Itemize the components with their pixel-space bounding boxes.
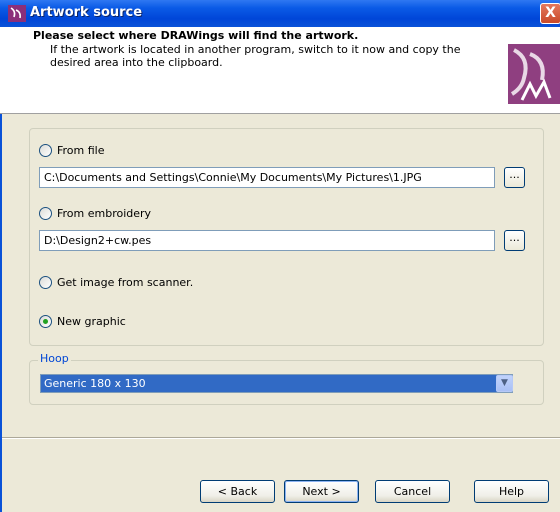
embroidery-path-input[interactable]: D:\Design2+cw.pes	[39, 230, 495, 251]
hoop-label: Hoop	[38, 352, 71, 365]
header-title: Please select where DRAWings will find t…	[33, 29, 359, 42]
window-title: Artwork source	[30, 5, 143, 20]
close-button[interactable]: X	[540, 3, 560, 24]
drawings-logo-icon	[508, 44, 560, 104]
embroidery-browse-button[interactable]: ...	[504, 230, 525, 251]
hoop-select[interactable]: Generic 180 x 130	[40, 374, 513, 393]
scanner-radio[interactable]	[39, 276, 52, 289]
from-embroidery-option[interactable]: From embroidery	[39, 207, 151, 220]
header-description: If the artwork is located in another pro…	[50, 43, 461, 69]
back-button[interactable]: < Back	[200, 480, 275, 503]
new-graphic-label: New graphic	[57, 315, 126, 328]
next-button[interactable]: Next >	[284, 480, 359, 503]
drawings-app-icon	[8, 5, 26, 22]
scanner-option[interactable]: Get image from scanner.	[39, 276, 193, 289]
new-graphic-radio[interactable]	[39, 315, 52, 328]
title-bar[interactable]: Artwork source X	[0, 0, 560, 27]
new-graphic-option[interactable]: New graphic	[39, 315, 126, 328]
help-button[interactable]: Help	[474, 480, 549, 503]
file-browse-button[interactable]: ...	[504, 167, 525, 188]
from-embroidery-radio[interactable]	[39, 207, 52, 220]
file-path-input[interactable]: C:\Documents and Settings\Connie\My Docu…	[39, 167, 495, 188]
button-divider	[2, 437, 560, 439]
from-embroidery-label: From embroidery	[57, 207, 152, 220]
from-file-option[interactable]: From file	[39, 144, 105, 157]
from-file-radio[interactable]	[39, 144, 52, 157]
scanner-label: Get image from scanner.	[57, 276, 194, 289]
close-icon: X	[545, 5, 556, 21]
from-file-label: From file	[57, 144, 105, 157]
chevron-down-icon[interactable]: ▼	[496, 375, 513, 392]
cancel-button[interactable]: Cancel	[375, 480, 450, 503]
